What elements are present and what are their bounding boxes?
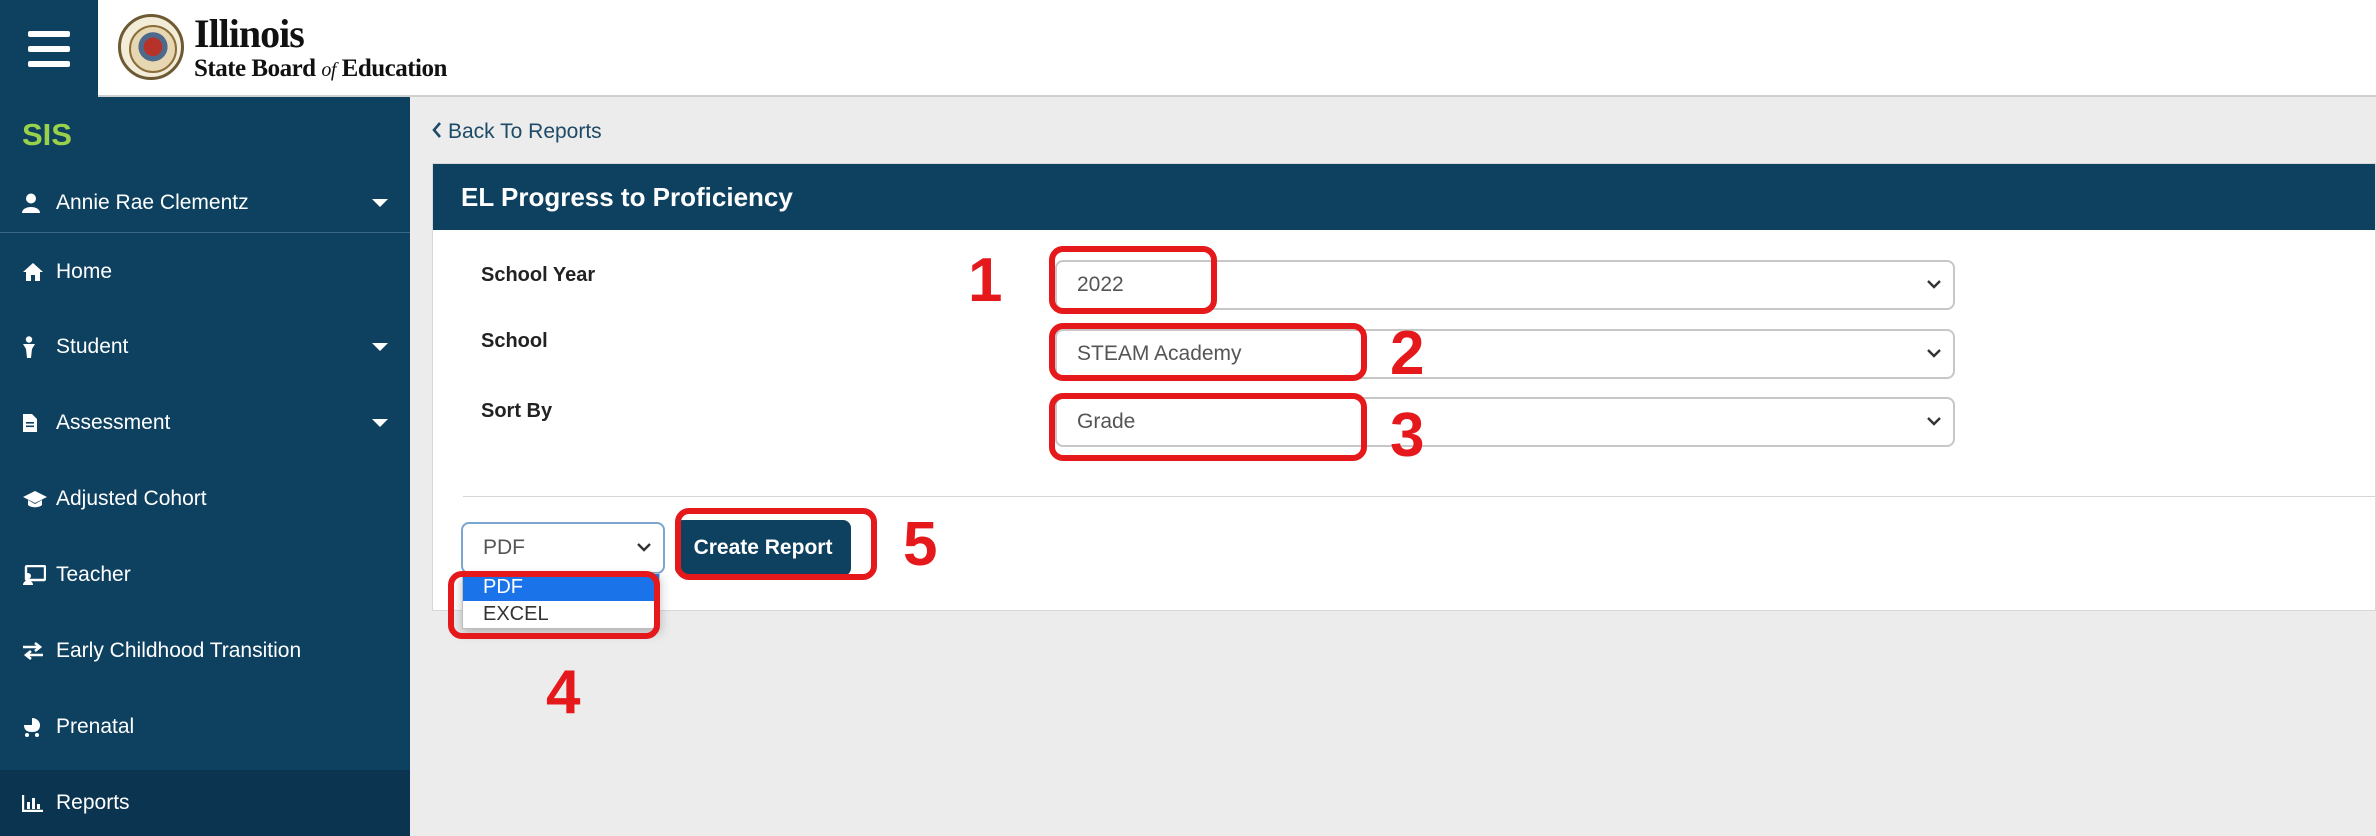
logo-line2-b: Education: [341, 54, 448, 82]
sidebar-item-home[interactable]: Home: [0, 242, 410, 302]
logo-line2-of: of: [321, 58, 336, 81]
chevron-down-icon: [1927, 345, 1941, 363]
logo-text: Illinois State Board of Education: [194, 10, 447, 81]
sidebar-item-label: Prenatal: [56, 715, 135, 738]
chalkboard-icon: [22, 565, 48, 585]
annotation-number-3: 3: [1390, 401, 1425, 470]
logo-line1: Illinois: [194, 10, 305, 56]
school-select[interactable]: STEAM Academy: [1055, 329, 1955, 379]
panel-header: EL Progress to Proficiency: [433, 164, 2375, 230]
chevron-left-icon: [432, 120, 442, 144]
school-label: School: [481, 330, 548, 352]
baby-carriage-icon: [22, 717, 48, 737]
divider: [463, 496, 2376, 497]
user-name: Annie Rae Clementz: [56, 190, 249, 214]
create-report-button[interactable]: Create Report: [675, 520, 851, 576]
isbe-logo[interactable]: Illinois State Board of Education: [118, 12, 447, 82]
logo-line2: State Board of Education: [194, 56, 447, 81]
school-year-label: School Year: [481, 264, 596, 286]
chevron-down-icon: [372, 198, 388, 207]
school-year-value: 2022: [1077, 273, 1124, 296]
user-icon: [22, 193, 48, 213]
hamburger-menu-button[interactable]: [0, 0, 98, 97]
sidebar: SIS Annie Rae Clementz Home Student Asse…: [0, 97, 410, 836]
back-to-reports-link[interactable]: Back To Reports: [432, 120, 602, 144]
sidebar-item-early-childhood-transition[interactable]: Early Childhood Transition: [0, 621, 410, 681]
chevron-down-icon: [372, 419, 388, 427]
sidebar-item-label: Adjusted Cohort: [56, 487, 207, 510]
sidebar-item-label: Reports: [56, 791, 130, 814]
format-option-excel[interactable]: EXCEL: [463, 601, 659, 628]
top-header: Illinois State Board of Education: [0, 0, 2376, 97]
hamburger-line: [28, 30, 70, 37]
sidebar-item-adjusted-cohort[interactable]: Adjusted Cohort: [0, 469, 410, 529]
format-option-pdf[interactable]: PDF: [463, 574, 659, 601]
hamburger-line: [28, 60, 70, 67]
bar-chart-icon: [22, 794, 48, 812]
app-name: SIS: [22, 117, 72, 152]
annotation-number-4: 4: [546, 658, 581, 727]
format-select[interactable]: PDF: [461, 522, 665, 574]
page-title: EL Progress to Proficiency: [461, 181, 793, 212]
annotation-number-1: 1: [968, 246, 1003, 315]
sort-by-value: Grade: [1077, 410, 1136, 433]
sidebar-item-label: Assessment: [56, 411, 171, 434]
user-menu[interactable]: Annie Rae Clementz: [0, 173, 410, 233]
back-link-label: Back To Reports: [448, 120, 602, 143]
sidebar-item-reports[interactable]: Reports: [0, 770, 410, 836]
sidebar-item-teacher[interactable]: Teacher: [0, 545, 410, 605]
chevron-down-icon: [1927, 413, 1941, 431]
sidebar-item-label: Home: [56, 260, 113, 283]
chevron-down-icon: [1927, 276, 1941, 294]
format-dropdown-list: PDF EXCEL: [462, 573, 660, 629]
sort-by-label: Sort By: [481, 400, 553, 422]
sidebar-item-assessment[interactable]: Assessment: [0, 393, 410, 453]
sidebar-item-label: Early Childhood Transition: [56, 639, 302, 662]
school-year-select[interactable]: 2022: [1055, 260, 1955, 310]
home-icon: [22, 262, 48, 282]
sidebar-item-label: Teacher: [56, 563, 131, 586]
sidebar-item-student[interactable]: Student: [0, 317, 410, 377]
sidebar-item-prenatal[interactable]: Prenatal: [0, 697, 410, 757]
illinois-seal-icon: [118, 14, 184, 80]
student-icon: [22, 336, 48, 358]
sort-by-select[interactable]: Grade: [1055, 397, 1955, 447]
format-value: PDF: [483, 536, 525, 559]
arrows-exchange-icon: [22, 642, 48, 660]
hamburger-line: [28, 45, 70, 52]
graduation-cap-icon: [22, 489, 48, 509]
sidebar-item-label: Student: [56, 335, 129, 358]
logo-line2-a: State Board: [194, 54, 316, 82]
document-icon: [22, 413, 48, 433]
chevron-down-icon: [637, 539, 651, 557]
annotation-number-2: 2: [1390, 319, 1425, 388]
chevron-down-icon: [372, 343, 388, 351]
school-value: STEAM Academy: [1077, 342, 1242, 365]
annotation-number-5: 5: [903, 510, 938, 579]
